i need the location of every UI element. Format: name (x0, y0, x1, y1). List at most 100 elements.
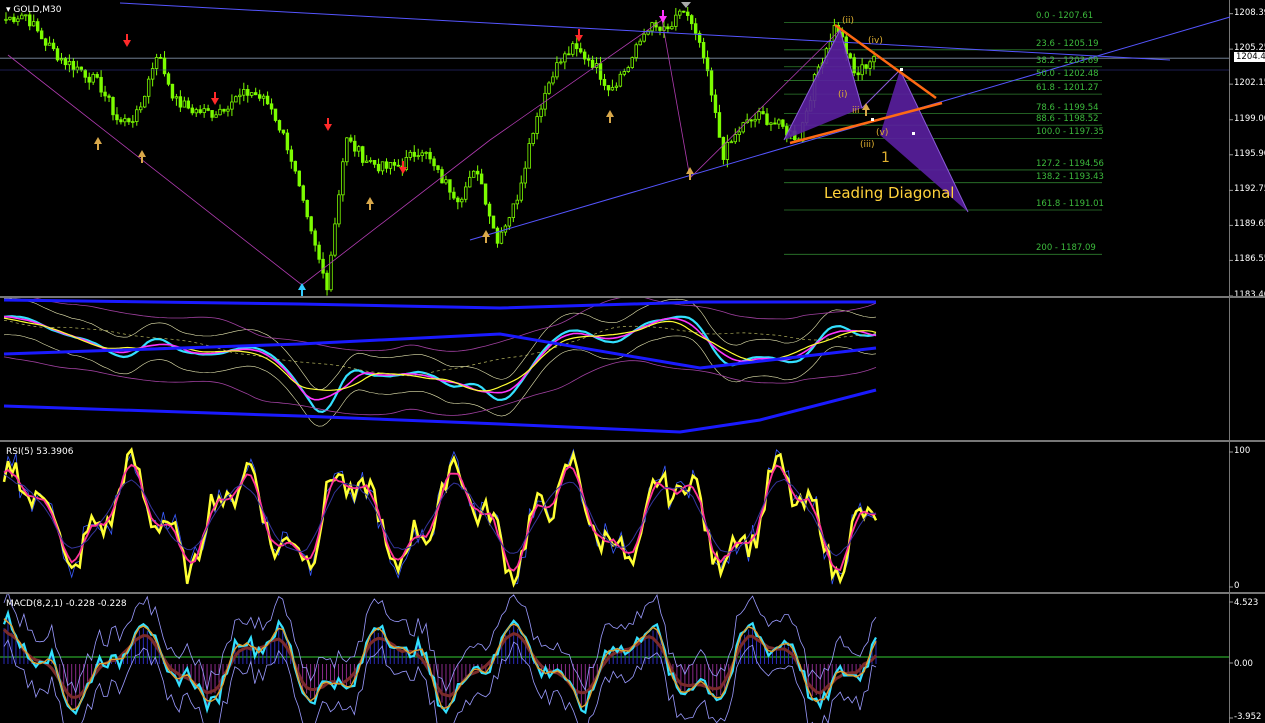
price-candle-body (535, 116, 539, 134)
price-candle-body (12, 16, 16, 23)
price-candle-body (523, 167, 527, 184)
price-candle-body (614, 85, 619, 88)
price-candle-body (317, 244, 321, 260)
price-candle-body (321, 258, 325, 274)
price-candle-body (721, 136, 726, 160)
price-candle-body (345, 137, 349, 163)
collapse-icon[interactable]: ▾ (6, 5, 11, 15)
price-candle-body (143, 95, 147, 108)
price-candle-body (329, 254, 333, 291)
wave-label: (v) (876, 128, 889, 138)
rsi-indicator-svg (2, 447, 1233, 588)
price-candle-body (630, 57, 634, 68)
bands-indicator-pane[interactable] (0, 298, 1265, 440)
leading-diagonal-label: Leading Diagonal (824, 184, 955, 202)
price-candle-body (757, 111, 761, 120)
price-candle-body (182, 100, 187, 108)
price-candle-body (769, 122, 773, 125)
price-candle-body (464, 186, 468, 200)
pivot-dot (900, 68, 903, 71)
price-candle-body (864, 64, 868, 69)
price-candle-body (416, 155, 420, 157)
price-candle-body (495, 227, 500, 244)
fractal-down-arrow-icon (211, 98, 219, 105)
price-candle-body (309, 216, 313, 232)
wave-label: (i) (838, 90, 848, 100)
price-candle-body (333, 223, 337, 256)
fib-level-label: 138.2 - 1193.43 (1036, 171, 1104, 182)
price-candle-body (170, 83, 175, 99)
price-candle-body (729, 141, 734, 144)
price-candle-body (606, 85, 611, 91)
price-candle-body (341, 161, 345, 196)
price-candle-body (483, 183, 488, 205)
price-candle-body (618, 73, 623, 87)
price-candle-body (448, 179, 452, 193)
macd-indicator-svg (0, 594, 1233, 723)
price-candle-body (178, 96, 183, 108)
price-candle-body (487, 203, 492, 217)
price-candle-body (51, 42, 56, 50)
price-candle-body (158, 57, 163, 59)
price-candle-body (622, 71, 627, 75)
price-candle-body (689, 15, 694, 25)
price-candle-body (198, 109, 202, 113)
price-candle-body (686, 11, 690, 16)
price-candle-body (590, 59, 595, 68)
price-candle-body (349, 137, 353, 142)
price-tick-label: 1189.65 (1234, 219, 1265, 230)
price-candle-body (265, 95, 270, 105)
price-candle-body (582, 51, 587, 60)
price-candle-body (432, 158, 436, 167)
price-candle-body (127, 118, 131, 123)
fractal-down-arrow-icon (399, 167, 407, 174)
macd-indicator-pane[interactable]: MACD(8,2,1) -0.228 -0.228 4.523 0.00 -3.… (0, 594, 1265, 723)
price-candle-body (781, 119, 785, 127)
price-candle-body (257, 94, 262, 99)
price-candle-body (598, 63, 603, 80)
macd-oscma-line (2, 628, 878, 699)
price-candle-body (658, 26, 662, 31)
price-candle-body (412, 151, 416, 157)
price-candle-body (491, 215, 496, 229)
price-candle-body (174, 96, 179, 99)
price-candle-body (273, 108, 278, 121)
price-candle-body (773, 122, 777, 125)
price-candle-body (563, 53, 567, 63)
price-candle-body (162, 57, 167, 75)
price-candle-body (154, 57, 159, 69)
price-candle-body (357, 146, 361, 152)
price-candle-body (610, 87, 615, 91)
price-candle-body (20, 14, 24, 20)
price-candle-body (35, 21, 40, 32)
pivot-dot (912, 132, 915, 135)
price-candle-body (28, 14, 32, 27)
price-candle-body (214, 114, 218, 118)
price-candle-body (293, 160, 298, 172)
price-candle-body (674, 14, 678, 27)
price-candle-body (471, 170, 476, 178)
price-candle-body (242, 89, 246, 96)
price-chart-pane[interactable]: ▾ GOLD,M30 1208.391205.251202.151199.001… (0, 0, 1265, 296)
price-candle-body (634, 44, 638, 59)
price-candle-body (368, 159, 373, 162)
fib-level-label: 100.0 - 1197.35 (1036, 127, 1104, 138)
price-candle-body (709, 70, 714, 96)
price-candle-body (16, 18, 20, 23)
price-candle-body (135, 109, 139, 122)
price-candle-body (63, 58, 68, 66)
price-candle-body (444, 179, 448, 184)
rsi-indicator-pane[interactable]: RSI(5) 53.3906 100 0 (0, 442, 1265, 592)
price-candle-body (281, 129, 286, 134)
bands-outer-upper (3, 298, 876, 310)
price-candle-body (91, 74, 95, 83)
price-candle-body (301, 185, 305, 201)
fib-level-label: 50.0 - 1202.48 (1036, 69, 1099, 80)
price-candle-body (87, 76, 91, 83)
rsi-signal-line (3, 463, 877, 572)
wave-label: iii (852, 106, 860, 116)
fib-level-label: 0.0 - 1207.61 (1036, 11, 1094, 22)
rsi-band-line (3, 448, 877, 585)
price-candle-body (701, 42, 706, 59)
price-candle-body (95, 74, 99, 78)
